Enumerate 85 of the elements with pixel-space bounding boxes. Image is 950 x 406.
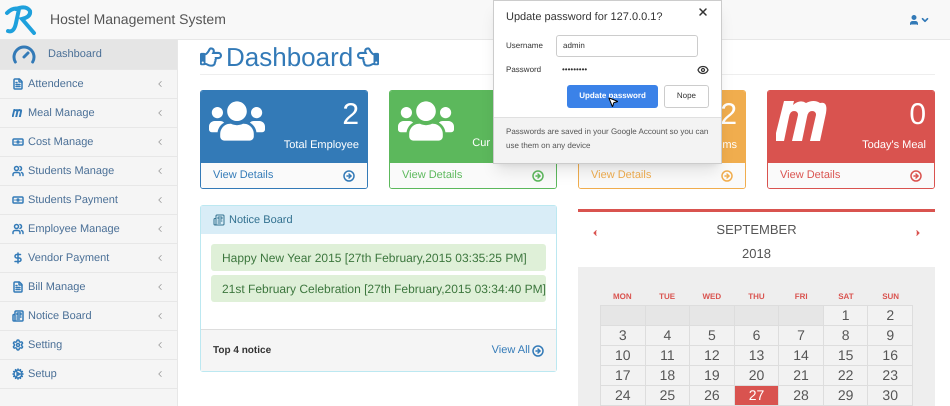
view-all-link[interactable]: View All xyxy=(492,342,530,359)
card-value: 2 xyxy=(342,97,359,133)
card-value: 2 xyxy=(720,97,737,133)
document-icon xyxy=(12,281,24,293)
username-field[interactable]: admin xyxy=(556,34,698,56)
document-icon xyxy=(12,78,24,90)
calendar-day[interactable]: 16 xyxy=(868,346,913,366)
calendar-day[interactable]: 15 xyxy=(824,346,868,366)
calendar-day[interactable]: 29 xyxy=(824,386,868,406)
popup-footer-text: Passwords are saved in your Google Account so you can use them on any device xyxy=(506,126,709,152)
weekday-label: WED xyxy=(701,291,722,303)
hand-pointing-right-icon xyxy=(200,46,222,68)
weekday-label: MON xyxy=(612,291,633,303)
arrow-circle-icon[interactable] xyxy=(343,170,355,182)
arrow-circle-icon[interactable] xyxy=(532,344,544,356)
calendar-day[interactable]: 20 xyxy=(734,366,780,386)
users-icon xyxy=(12,223,24,235)
card-value: 0 xyxy=(909,97,926,133)
calendar-day[interactable]: 22 xyxy=(824,366,868,386)
calendar-day[interactable]: 25 xyxy=(646,386,690,406)
dashboard-icon xyxy=(12,42,36,66)
user-icon[interactable] xyxy=(908,14,920,26)
arrow-circle-icon[interactable] xyxy=(532,170,544,182)
field-label: Password xyxy=(506,64,542,76)
calendar-day[interactable]: 19 xyxy=(690,366,735,386)
calendar-day[interactable]: 14 xyxy=(779,346,824,366)
notice-item[interactable]: Happy New Year 2015 [27th February,2015 03:35:25 PM] xyxy=(211,244,546,271)
weekday-label: FRI xyxy=(794,291,809,303)
weekday-label: SAT xyxy=(837,291,855,303)
calendar-month: SEPTEMBER xyxy=(716,221,797,239)
app-title: Hostel Management System xyxy=(50,10,226,29)
calendar-day[interactable]: 3 xyxy=(601,326,646,346)
panel-title: Notice Board xyxy=(229,212,293,228)
weekday-label: TUE xyxy=(658,291,676,303)
list-icon xyxy=(12,310,24,322)
meal-icon xyxy=(12,107,24,119)
calendar-day[interactable]: 7 xyxy=(779,326,824,346)
calendar-day[interactable]: 4 xyxy=(646,326,690,346)
calendar-day[interactable]: 1 xyxy=(824,306,868,326)
calendar-day[interactable]: 6 xyxy=(734,326,780,346)
notice-item[interactable]: 21st February Celebration [27th February,2015 03:34:40 PM] xyxy=(211,275,546,302)
money-icon xyxy=(12,194,24,206)
settings-icon xyxy=(12,339,24,351)
card-label: Cur xyxy=(472,136,490,150)
money-icon xyxy=(12,136,24,148)
close-icon[interactable] xyxy=(697,6,709,18)
weekday-label: SUN xyxy=(881,291,900,303)
weekday-label: THU xyxy=(747,291,766,303)
field-label: Username xyxy=(506,40,544,52)
calendar-day[interactable]: 10 xyxy=(601,346,646,366)
popup-title: Update password for 127.0.0.1? xyxy=(506,10,663,25)
calendar-day[interactable]: 18 xyxy=(646,366,690,386)
calendar-day[interactable]: 24 xyxy=(601,386,646,406)
card-label: Total Employee xyxy=(284,138,359,153)
eye-icon[interactable] xyxy=(697,64,709,76)
calendar-day[interactable]: 27 xyxy=(734,386,780,406)
calendar-day[interactable]: 21 xyxy=(779,366,824,386)
calendar-day[interactable]: 9 xyxy=(868,326,913,346)
calendar-day[interactable]: 13 xyxy=(734,346,780,366)
logo-icon xyxy=(4,4,38,34)
calendar-day[interactable]: 11 xyxy=(646,346,690,366)
card-label: ms xyxy=(722,138,737,153)
calendar-day[interactable]: 28 xyxy=(779,386,824,406)
arrow-circle-icon[interactable] xyxy=(910,170,922,182)
calendar-day[interactable]: 30 xyxy=(868,386,913,406)
calendar-year: 2018 xyxy=(742,244,771,262)
list-icon xyxy=(213,214,225,226)
sidebar-item[interactable]: Dashboard xyxy=(0,40,177,70)
nope-button[interactable]: Nope xyxy=(664,84,709,108)
calendar-day[interactable]: 17 xyxy=(601,366,646,386)
calendar-day[interactable]: 2 xyxy=(868,306,913,326)
update-password-button[interactable]: Update password xyxy=(567,84,658,108)
card-label: Today's Meal xyxy=(862,138,926,153)
calendar-day[interactable]: 23 xyxy=(868,366,913,386)
page-title: Dashboard xyxy=(226,44,354,70)
calendar-day[interactable]: 5 xyxy=(690,326,735,346)
footer-text: Top 4 notice xyxy=(213,344,272,358)
password-field[interactable]: ••••••••• xyxy=(556,64,594,76)
gears-icon xyxy=(12,368,24,380)
users-icon xyxy=(12,165,24,177)
calendar-day[interactable]: 8 xyxy=(824,326,868,346)
hand-pointing-left-icon xyxy=(357,46,380,68)
calendar-day[interactable]: 12 xyxy=(690,346,735,366)
dollar-icon xyxy=(12,252,24,264)
calendar-day[interactable]: 26 xyxy=(690,386,735,406)
